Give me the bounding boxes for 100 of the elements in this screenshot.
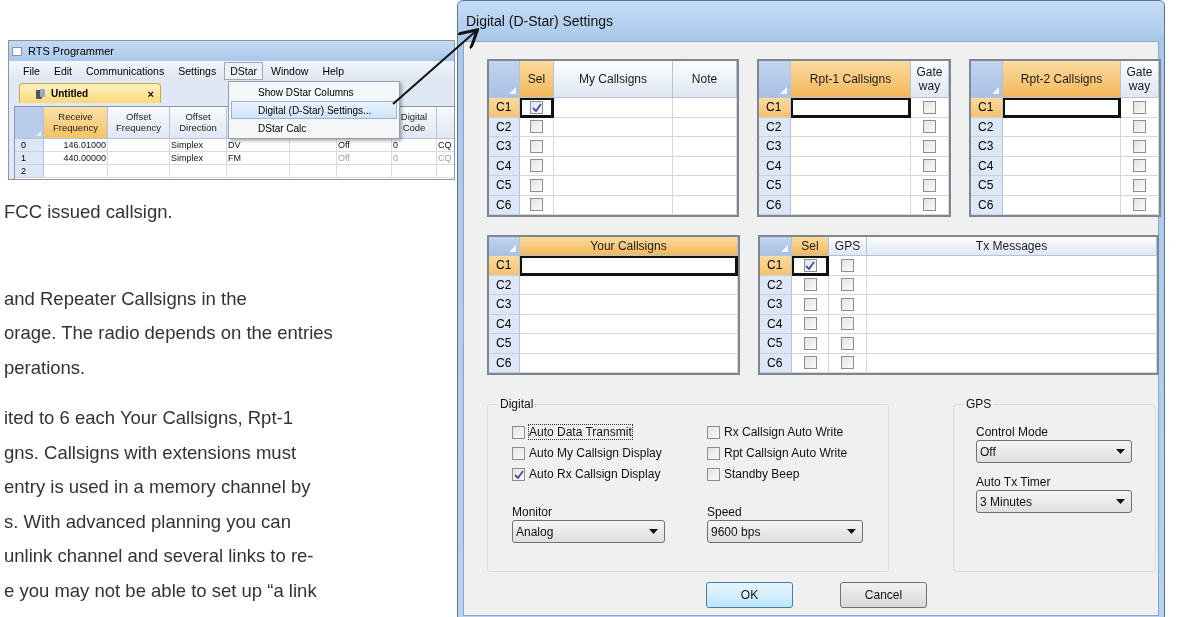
grid-cell[interactable] bbox=[791, 98, 911, 118]
close-icon[interactable]: × bbox=[147, 87, 154, 100]
column-header[interactable] bbox=[437, 107, 454, 139]
dropdown-field[interactable]: 9600 bps bbox=[707, 520, 863, 543]
dialog-button[interactable]: OK bbox=[706, 582, 793, 608]
row-header[interactable]: C5 bbox=[760, 334, 792, 354]
checkbox[interactable] bbox=[803, 336, 817, 350]
row-header[interactable]: C3 bbox=[760, 295, 792, 315]
checkbox[interactable] bbox=[803, 317, 817, 331]
column-header[interactable]: Receive Frequency bbox=[44, 107, 108, 139]
option-label[interactable]: Auto My Callsign Display bbox=[529, 446, 662, 460]
grid-cell[interactable] bbox=[520, 256, 738, 276]
row-header[interactable]: C4 bbox=[760, 314, 792, 334]
checkbox[interactable] bbox=[530, 178, 543, 192]
checkbox[interactable] bbox=[1133, 100, 1146, 114]
row-header[interactable]: C6 bbox=[759, 195, 791, 215]
column-header[interactable]: My Callsigns bbox=[554, 61, 673, 98]
menu-item[interactable]: Settings bbox=[172, 62, 223, 80]
dropdown-field[interactable]: Analog bbox=[512, 520, 665, 543]
checkbox[interactable] bbox=[841, 297, 854, 311]
checkbox[interactable] bbox=[530, 139, 543, 153]
grid-cell[interactable] bbox=[520, 98, 554, 118]
checkbox[interactable] bbox=[923, 100, 936, 114]
checkbox[interactable] bbox=[530, 100, 543, 114]
checkbox[interactable] bbox=[512, 467, 525, 481]
checkbox[interactable] bbox=[1133, 139, 1146, 153]
column-header[interactable]: Offset Frequency bbox=[108, 107, 170, 139]
column-header[interactable]: Gate way bbox=[911, 61, 949, 98]
checkbox[interactable] bbox=[841, 258, 854, 272]
column-header[interactable]: Rpt-1 Callsigns bbox=[791, 61, 911, 98]
row-header[interactable]: C3 bbox=[489, 137, 520, 157]
checkbox[interactable] bbox=[530, 159, 543, 173]
grid-cell[interactable] bbox=[1003, 98, 1121, 118]
column-header[interactable]: Offset Direction bbox=[170, 107, 227, 139]
dialog-button[interactable]: Cancel bbox=[840, 582, 927, 608]
row-header[interactable]: C3 bbox=[489, 295, 520, 315]
option-label[interactable]: Standby Beep bbox=[724, 467, 800, 481]
menu-item[interactable]: File bbox=[17, 62, 46, 80]
column-header[interactable]: Your Callsigns bbox=[520, 237, 738, 256]
checkbox[interactable] bbox=[530, 198, 543, 212]
column-header[interactable]: Sel bbox=[792, 237, 829, 256]
row-header[interactable]: C2 bbox=[760, 275, 792, 295]
column-header[interactable]: Note bbox=[673, 61, 737, 98]
row-header[interactable]: C5 bbox=[489, 334, 520, 354]
dropdown-field[interactable]: 3 Minutes bbox=[976, 490, 1132, 513]
row-header[interactable]: C6 bbox=[760, 353, 792, 373]
checkbox[interactable] bbox=[1133, 198, 1146, 212]
checkbox[interactable] bbox=[923, 139, 936, 153]
menu-option[interactable]: Digital (D-Star) Settings... bbox=[231, 101, 397, 119]
menu-item[interactable]: DStar bbox=[224, 62, 263, 80]
row-header[interactable]: C1 bbox=[760, 256, 792, 276]
option-label[interactable]: Rpt Callsign Auto Write bbox=[724, 446, 848, 460]
row-header[interactable]: C4 bbox=[759, 156, 791, 176]
checkbox[interactable] bbox=[512, 446, 525, 460]
checkbox[interactable] bbox=[841, 278, 854, 292]
menu-item[interactable]: Window bbox=[265, 62, 315, 80]
menu-item[interactable]: Help bbox=[316, 62, 350, 80]
grid-cell[interactable] bbox=[792, 256, 829, 276]
row-header[interactable]: C6 bbox=[971, 195, 1003, 215]
row-header[interactable]: C5 bbox=[489, 176, 520, 196]
row-header[interactable]: C5 bbox=[759, 176, 791, 196]
row-header[interactable]: C1 bbox=[489, 256, 520, 276]
column-header[interactable]: Gate way bbox=[1121, 61, 1159, 98]
menu-option[interactable]: Show DStar Columns bbox=[231, 83, 397, 101]
column-header[interactable]: Sel bbox=[520, 61, 554, 98]
menu-item[interactable]: Communications bbox=[80, 62, 171, 80]
checkbox[interactable] bbox=[841, 356, 854, 370]
column-header[interactable]: Rpt-2 Callsigns bbox=[1003, 61, 1121, 98]
checkbox[interactable] bbox=[923, 120, 936, 134]
checkbox[interactable] bbox=[803, 297, 817, 311]
checkbox[interactable] bbox=[803, 278, 817, 292]
checkbox[interactable] bbox=[707, 467, 720, 481]
checkbox[interactable] bbox=[1133, 159, 1146, 173]
document-tab[interactable]: Untitled × bbox=[19, 83, 161, 103]
row-header[interactable]: C1 bbox=[489, 98, 520, 118]
checkbox[interactable] bbox=[841, 317, 854, 331]
checkbox[interactable] bbox=[530, 120, 543, 134]
checkbox[interactable] bbox=[841, 336, 854, 350]
option-label[interactable]: Auto Data Transmit bbox=[529, 425, 632, 439]
column-header[interactable]: Tx Messages bbox=[867, 237, 1157, 256]
column-header[interactable]: GPS bbox=[829, 237, 867, 256]
checkbox[interactable] bbox=[803, 258, 817, 272]
checkbox[interactable] bbox=[923, 159, 936, 173]
checkbox[interactable] bbox=[923, 178, 936, 192]
dropdown-field[interactable]: Off bbox=[976, 440, 1132, 463]
checkbox[interactable] bbox=[803, 356, 817, 370]
row-header[interactable]: C5 bbox=[971, 176, 1003, 196]
option-label[interactable]: Auto Rx Callsign Display bbox=[529, 467, 661, 481]
row-header[interactable]: C3 bbox=[971, 137, 1003, 157]
row-header[interactable]: C3 bbox=[759, 137, 791, 157]
checkbox[interactable] bbox=[1133, 178, 1146, 192]
checkbox[interactable] bbox=[923, 198, 936, 212]
row-header[interactable]: C1 bbox=[971, 98, 1003, 118]
row-header[interactable]: C2 bbox=[759, 117, 791, 137]
checkbox[interactable] bbox=[512, 425, 525, 439]
row-header[interactable]: C1 bbox=[759, 98, 791, 118]
menu-item[interactable]: Edit bbox=[47, 62, 78, 80]
checkbox[interactable] bbox=[1133, 120, 1146, 134]
checkbox[interactable] bbox=[707, 446, 720, 460]
checkbox[interactable] bbox=[707, 425, 720, 439]
